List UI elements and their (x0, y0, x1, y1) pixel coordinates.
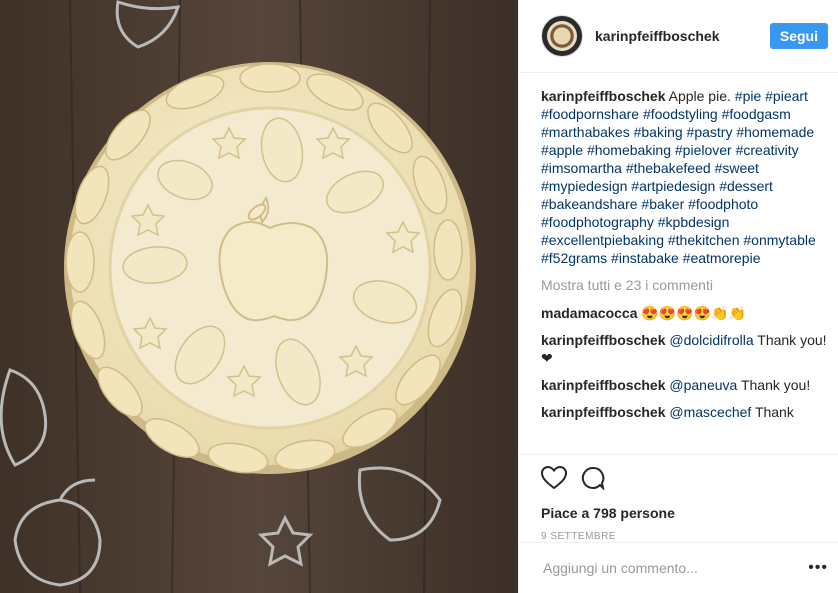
hashtag-link[interactable]: #pieart (765, 88, 808, 104)
hashtag-link[interactable]: #foodphoto (688, 196, 758, 212)
apple-pie-photo (0, 0, 518, 593)
hashtag-link[interactable]: #eatmorepie (683, 250, 761, 266)
comment-username[interactable]: karinpfeiffboschek (541, 404, 665, 420)
post-photo[interactable] (0, 0, 518, 593)
heart-icon[interactable] (541, 466, 567, 490)
hashtag-link[interactable]: #foodstyling (643, 106, 718, 122)
hashtag-link[interactable]: #f52grams (541, 250, 607, 266)
caption: karinpfeiffboschek Apple pie. #pie #piea… (541, 87, 832, 267)
hashtag-link[interactable]: #thekitchen (668, 232, 740, 248)
comment-text: Thank (754, 404, 794, 420)
hashtag-link[interactable]: #pielover (675, 142, 732, 158)
hashtag-link[interactable]: #baking (634, 124, 683, 140)
avatar-image (547, 21, 577, 51)
hashtag-link[interactable]: #homebaking (587, 142, 671, 158)
hashtag-link[interactable]: #creativity (736, 142, 799, 158)
comment-item: karinpfeiffboschek @dolcidifrolla Thank … (541, 331, 832, 367)
comment-username[interactable]: madamacocca (541, 305, 638, 321)
post-username[interactable]: karinpfeiffboschek (595, 28, 770, 44)
comment-text: 😍😍😍😍👏👏 (641, 305, 746, 321)
hashtag-link[interactable]: #foodgasm (722, 106, 791, 122)
hashtag-link[interactable]: #apple (541, 142, 583, 158)
caption-hashtags: #pie #pieart #foodpornshare #foodstyling… (541, 88, 816, 266)
caption-text: Apple pie. (668, 88, 731, 104)
hashtag-link[interactable]: #foodphotography (541, 214, 654, 230)
comment-mention[interactable]: @mascechef (669, 404, 751, 420)
comment-username[interactable]: karinpfeiffboschek (541, 332, 665, 348)
hashtag-link[interactable]: #excellentpiebaking (541, 232, 664, 248)
post-sidebar: karinpfeiffboschek Segui karinpfeiffbosc… (518, 0, 838, 593)
comment-icon[interactable] (581, 466, 605, 490)
caption-username[interactable]: karinpfeiffboschek (541, 88, 665, 104)
post-date: 9 SETTEMBRE (541, 531, 616, 542)
hashtag-link[interactable]: #kpbdesign (658, 214, 730, 230)
likes-count[interactable]: Piace a 798 persone (541, 505, 838, 521)
follow-button[interactable]: Segui (769, 23, 828, 49)
hashtag-link[interactable]: #bakeandshare (541, 196, 638, 212)
comment-item: madamacocca 😍😍😍😍👏👏 (541, 304, 832, 322)
hashtag-link[interactable]: #dessert (719, 178, 773, 194)
more-icon[interactable]: ••• (808, 559, 828, 577)
hashtag-link[interactable]: #onmytable (743, 232, 815, 248)
comment-item: karinpfeiffboschek @paneuva Thank you! (541, 376, 832, 394)
comment-text: Thank you! (740, 377, 811, 393)
comment-mention[interactable]: @dolcidifrolla (669, 332, 753, 348)
hashtag-link[interactable]: #instabake (611, 250, 679, 266)
comment-item: karinpfeiffboschek @mascechef Thank (541, 403, 832, 421)
comments-list[interactable]: karinpfeiffboschek Apple pie. #pie #piea… (519, 73, 838, 454)
post-actions: Piace a 798 persone 9 SETTEMBRE (519, 454, 838, 542)
comment-username[interactable]: karinpfeiffboschek (541, 377, 665, 393)
hashtag-link[interactable]: #homemade (736, 124, 814, 140)
post-window: karinpfeiffboschek Segui karinpfeiffbosc… (0, 0, 838, 593)
comment-mention[interactable]: @paneuva (669, 377, 737, 393)
add-comment-input[interactable] (541, 559, 809, 577)
post-header: karinpfeiffboschek Segui (519, 0, 838, 73)
add-comment-bar: ••• (519, 542, 838, 593)
hashtag-link[interactable]: #pie (735, 88, 761, 104)
show-all-comments-link[interactable]: Mostra tutti e 23 i commenti (541, 276, 832, 294)
hashtag-link[interactable]: #mypiedesign (541, 178, 627, 194)
hashtag-link[interactable]: #imsomartha (541, 160, 622, 176)
hashtag-link[interactable]: #pastry (687, 124, 733, 140)
hashtag-link[interactable]: #artpiedesign (631, 178, 715, 194)
hashtag-link[interactable]: #baker (641, 196, 684, 212)
hashtag-link[interactable]: #sweet (715, 160, 759, 176)
hashtag-link[interactable]: #foodpornshare (541, 106, 639, 122)
avatar[interactable] (541, 15, 583, 57)
hashtag-link[interactable]: #thebakefeed (626, 160, 711, 176)
action-icons (541, 465, 838, 491)
hashtag-link[interactable]: #marthabakes (541, 124, 630, 140)
